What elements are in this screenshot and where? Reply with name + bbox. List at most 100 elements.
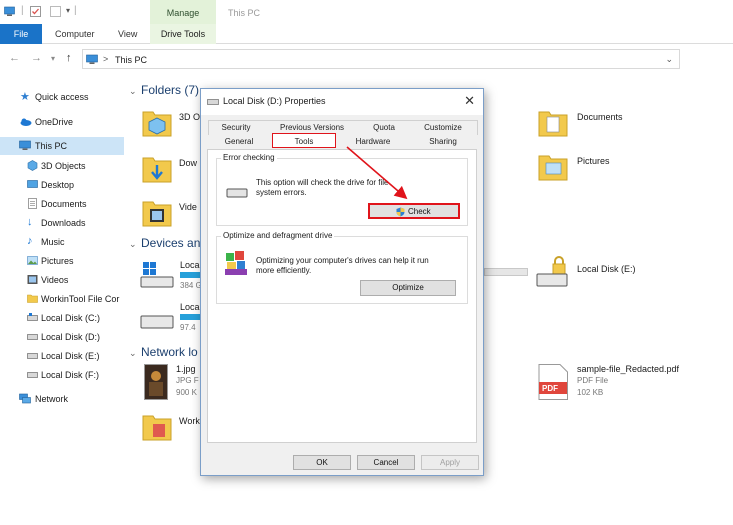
new-folder-icon[interactable] [50,6,61,17]
tab-security[interactable]: Security [208,121,264,134]
collapse-chevron-icon[interactable]: ⌄ [129,86,137,97]
video-icon [27,275,38,284]
cancel-button[interactable]: Cancel [357,455,415,470]
apply-button[interactable]: Apply [421,455,479,470]
folder-item-3d-objects[interactable]: 3D O [142,106,202,142]
sidebar-item-network[interactable]: Network [0,390,124,408]
back-arrow-icon[interactable]: ← [9,52,20,64]
devices-section-title[interactable]: Devices and [141,236,207,250]
cloud-icon [20,118,32,126]
sidebar-item-3d-objects[interactable]: 3D Objects [0,157,124,175]
folder-icon [27,294,38,303]
uac-shield-icon [396,207,405,217]
recent-locations-chevron-icon[interactable]: ▾ [51,54,55,63]
address-path[interactable]: This PC [115,55,147,65]
sidebar-item-quick-access[interactable]: ★ Quick access [0,88,124,106]
sidebar-item-pictures[interactable]: Pictures [0,252,124,270]
tab-file[interactable]: File [0,24,42,44]
folder-icon [142,157,172,183]
properties-dialog: Local Disk (D:) Properties ✕ Security Pr… [200,88,484,476]
dialog-title-bar[interactable]: Local Disk (D:) Properties ✕ [201,89,483,115]
sidebar-item-downloads[interactable]: ↓ Downloads [0,214,124,232]
drive-icon [140,315,174,329]
sidebar-item-desktop[interactable]: Desktop [0,176,124,194]
customize-qat-chevron-icon[interactable]: ▾ [66,6,70,15]
folder-icon [538,155,568,181]
picture-icon [27,256,38,265]
file-item-pdf[interactable]: PDF sample-file_Redacted.pdf PDF File 10… [538,364,718,404]
sidebar-item-this-pc[interactable]: This PC [0,137,124,155]
folder-item-pictures[interactable]: Pictures [538,150,658,186]
sidebar-item-documents[interactable]: Documents [0,195,124,213]
drive-icon [27,353,38,359]
folder-icon [142,201,172,227]
folder-icon [142,111,172,137]
tab-hardware[interactable]: Hardware [338,135,408,148]
check-button-label: Check [408,207,431,216]
sidebar-item-local-disk-c[interactable]: Local Disk (C:) [0,309,124,327]
folder-icon [142,415,172,441]
optimize-button[interactable]: Optimize [360,280,456,296]
folders-section-title[interactable]: Folders (7) [141,83,199,97]
tab-view[interactable]: View [118,29,137,39]
collapse-chevron-icon[interactable]: ⌄ [129,239,137,250]
optimize-description-line1: Optimizing your computer's drives can he… [256,256,429,265]
document-icon [28,198,37,209]
drive-usage-bar [484,268,528,276]
error-checking-description-line2: system errors. [256,188,307,197]
sidebar-item-local-disk-f[interactable]: Local Disk (F:) [0,366,124,384]
tab-quota[interactable]: Quota [360,121,408,134]
folder-item-videos[interactable]: Vide [142,196,202,232]
navigation-bar: ← → ▾ ↑ > This PC ⌄ [0,46,733,72]
sidebar-item-local-disk-e[interactable]: Local Disk (E:) [0,347,124,365]
tools-tab-panel: Error checking This option will check th… [207,149,477,443]
drive-item-e[interactable]: Local Disk (E:) [536,256,666,290]
tab-drive-tools[interactable]: Drive Tools [150,24,216,44]
error-checking-heading: Error checking [221,153,277,162]
address-dropdown-chevron-icon[interactable]: ⌄ [665,54,673,65]
sidebar-item-music[interactable]: ♪ Music [0,233,124,251]
tab-customize[interactable]: Customize [408,121,478,134]
error-checking-description-line1: This option will check the drive for fil… [256,178,389,187]
collapse-chevron-icon[interactable]: ⌄ [129,348,137,359]
cube-icon [27,160,38,171]
windows-drive-icon [140,262,174,288]
pdf-badge: PDF [542,384,558,393]
tab-sharing[interactable]: Sharing [408,135,478,148]
properties-icon[interactable] [30,6,41,17]
drive-icon [207,99,219,105]
tab-general[interactable]: General [208,135,270,148]
close-icon[interactable]: ✕ [464,93,475,109]
drive-icon [27,313,38,321]
optimize-description-line2: more efficiently. [256,266,312,275]
dialog-title: Local Disk (D:) Properties [223,96,326,106]
separator: | [74,5,77,16]
breadcrumb-separator: > [103,54,109,64]
locked-drive-icon [536,256,568,287]
title-bar: | ▾ | [0,0,733,24]
network-section-title[interactable]: Network lo [141,345,198,359]
tab-tools[interactable]: Tools [272,133,336,148]
network-icon [19,393,31,404]
address-bar[interactable]: > This PC ⌄ [82,49,680,69]
ok-button[interactable]: OK [293,455,351,470]
sidebar-item-local-disk-d[interactable]: Local Disk (D:) [0,328,124,346]
defragment-icon [225,251,247,275]
up-arrow-icon[interactable]: ↑ [66,52,72,64]
sidebar-item-videos[interactable]: Videos [0,271,124,289]
check-button[interactable]: Check [368,203,460,219]
sidebar-item-onedrive[interactable]: OneDrive [0,113,124,131]
desktop-icon [27,180,38,188]
context-tab-manage[interactable]: Manage [150,0,216,24]
computer-icon [86,54,98,64]
sidebar-item-workintool-folder[interactable]: WorkinTool File Cor [0,290,124,308]
navigation-pane: ★ Quick access OneDrive This PC 3D Objec… [0,80,124,410]
computer-icon[interactable] [4,6,15,17]
folder-item-documents[interactable]: Documents [538,106,658,142]
tab-computer[interactable]: Computer [55,29,95,39]
forward-arrow-icon[interactable]: → [31,52,42,64]
folder-item-downloads[interactable]: Dow [142,152,202,188]
optimize-heading: Optimize and defragment drive [221,231,335,240]
folder-icon [538,111,568,137]
download-icon: ↓ [27,216,33,228]
